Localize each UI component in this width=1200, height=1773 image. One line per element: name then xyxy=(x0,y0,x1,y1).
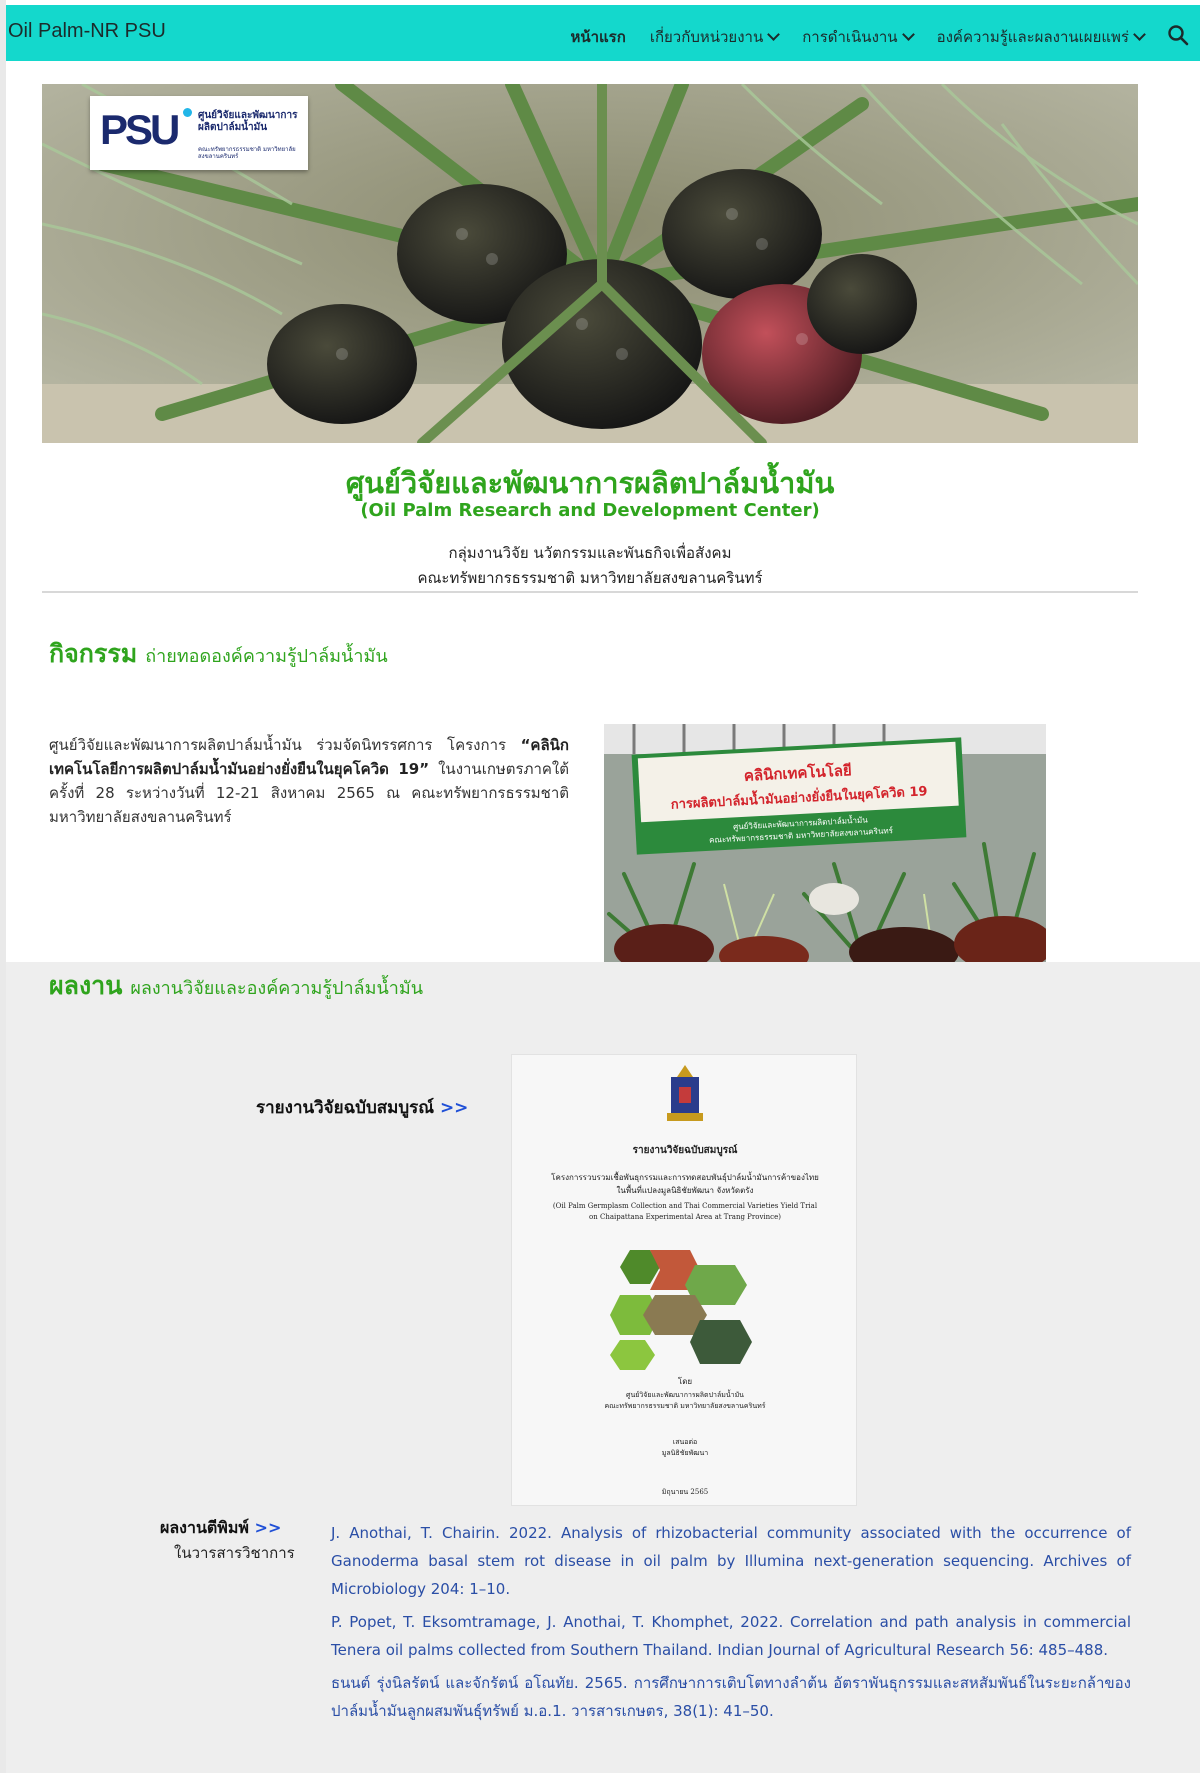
full-report-link[interactable]: รายงานวิจัยฉบับสมบูรณ์ >> xyxy=(256,1094,468,1121)
logo-subcaption: คณะทรัพยากรธรรมชาติ มหาวิทยาลัยสงขลานคริ… xyxy=(198,146,296,160)
cover-by-org-1: ศูนย์วิจัยและพัฒนาการผลิตปาล์มน้ำมัน xyxy=(626,1391,744,1399)
nav-item-label: การดำเนินงาน xyxy=(802,28,898,46)
publication-list: J. Anothai, T. Chairin. 2022. Analysis o… xyxy=(331,1519,1131,1730)
activity-text-intro: ศูนย์วิจัยและพัฒนาการผลิตปาล์มน้ำมัน ร่ว… xyxy=(49,736,521,754)
nav-item-operations[interactable]: การดำเนินงาน xyxy=(802,25,915,49)
cover-present-org: มูลนิธิชัยพัฒนา xyxy=(661,1449,709,1457)
cover-title: รายงานวิจัยฉบับสมบูรณ์ xyxy=(632,1145,738,1156)
cover-project-th-2: ในพื้นที่แปลงมูลนิธิชัยพัฒนา จังหวัดตรัง xyxy=(616,1186,754,1195)
activity-heading-title: กิจกรรม xyxy=(49,639,138,668)
cover-date: มิถุนายน 2565 xyxy=(661,1488,709,1496)
department-line-2: คณะทรัพยากรธรรมชาติ มหาวิทยาลัยสงขลานคริ… xyxy=(417,569,763,587)
search-icon[interactable] xyxy=(1166,23,1190,47)
report-cover-image[interactable]: รายงานวิจัยฉบับสมบูรณ์ โครงการรวบรวมเชื้… xyxy=(511,1054,857,1506)
cover-by: โดย xyxy=(677,1377,693,1386)
nav-item-label: หน้าแรก xyxy=(570,28,626,46)
psu-logo: PSU ศูนย์วิจัยและพัฒนาการผลิตปาล์มน้ำมัน… xyxy=(90,96,308,170)
center-title-english: (Oil Palm Research and Development Cente… xyxy=(360,500,820,521)
works-heading-title: ผลงาน xyxy=(49,971,123,1000)
chevron-down-icon xyxy=(1133,28,1146,41)
psu-logo-mark: PSU xyxy=(100,106,180,153)
publications-link[interactable]: ผลงานตีพิมพ์ >> xyxy=(160,1516,281,1541)
chevron-down-icon xyxy=(767,28,781,41)
nav-item-home[interactable]: หน้าแรก xyxy=(570,25,625,49)
department-line-1: กลุ่มงานวิจัย นวัตกรรมและพันธกิจเพื่อสัง… xyxy=(448,544,732,562)
activity-heading: กิจกรรม ถ่ายทอดองค์ความรู้ปาล์มน้ำมัน xyxy=(49,634,388,674)
full-report-arrow: >> xyxy=(439,1098,469,1118)
cover-project-th-1: โครงการรวบรวมเชื้อพันธุกรรมและการทดสอบพั… xyxy=(551,1173,819,1182)
publication-item[interactable]: J. Anothai, T. Chairin. 2022. Analysis o… xyxy=(331,1519,1131,1603)
activity-description: ศูนย์วิจัยและพัฒนาการผลิตปาล์มน้ำมัน ร่ว… xyxy=(49,733,569,829)
hero-banner-image: PSU ศูนย์วิจัยและพัฒนาการผลิตปาล์มน้ำมัน… xyxy=(42,84,1138,443)
divider xyxy=(42,591,1138,593)
publication-item[interactable]: P. Popet, T. Eksomtramage, J. Anothai, T… xyxy=(331,1608,1131,1664)
cover-present: เสนอต่อ xyxy=(672,1438,698,1446)
nav-item-label: เกี่ยวกับหน่วยงาน xyxy=(649,28,764,46)
publication-item[interactable]: ธนนต์ รุ่งนิลรัตน์ และจักรัตน์ อโณทัย. 2… xyxy=(331,1669,1131,1725)
logo-caption: ศูนย์วิจัยและพัฒนาการผลิตปาล์มน้ำมัน xyxy=(198,110,298,133)
site-title[interactable]: Oil Palm-NR PSU xyxy=(8,20,166,43)
publications-sublabel: ในวารสารวิชาการ xyxy=(174,1544,295,1562)
full-report-label: รายงานวิจัยฉบับสมบูรณ์ xyxy=(256,1098,435,1118)
nav-item-label: องค์ความรู้และผลงานเผยแพร่ xyxy=(936,28,1129,46)
works-heading-subtitle: ผลงานวิจัยและองค์ความรู้ปาล์มน้ำมัน xyxy=(130,978,424,999)
cover-project-en-2: on Chaipattana Experimental Area at Tran… xyxy=(589,1213,781,1221)
main-nav: หน้าแรก เกี่ยวกับหน่วยงาน การดำเนินงาน อ… xyxy=(546,25,1146,49)
publications-label: ผลงานตีพิมพ์ xyxy=(160,1518,249,1537)
activity-photo[interactable]: คลินิกเทคโนโลยี การผลิตปาล์มน้ำมันอย่างย… xyxy=(604,724,1046,962)
cover-project-en-1: (Oil Palm Germplasm Collection and Thai … xyxy=(552,1202,818,1210)
works-heading: ผลงาน ผลงานวิจัยและองค์ความรู้ปาล์มน้ำมั… xyxy=(49,966,423,1006)
activity-heading-subtitle: ถ่ายทอดองค์ความรู้ปาล์มน้ำมัน xyxy=(145,646,388,667)
nav-item-knowledge[interactable]: องค์ความรู้และผลงานเผยแพร่ xyxy=(936,25,1146,49)
top-navbar: Oil Palm-NR PSU หน้าแรก เกี่ยวกับหน่วยงา… xyxy=(6,5,1200,61)
nav-item-about[interactable]: เกี่ยวกับหน่วยงาน xyxy=(649,25,781,49)
chevron-down-icon xyxy=(901,28,915,41)
logo-dot xyxy=(183,108,192,117)
cover-by-org-2: คณะทรัพยากรธรรมชาติ มหาวิทยาลัยสงขลานคริ… xyxy=(604,1402,766,1410)
exhibition-photo: คลินิกเทคโนโลยี การผลิตปาล์มน้ำมันอย่างย… xyxy=(604,724,1046,962)
publications-arrow: >> xyxy=(254,1518,282,1537)
